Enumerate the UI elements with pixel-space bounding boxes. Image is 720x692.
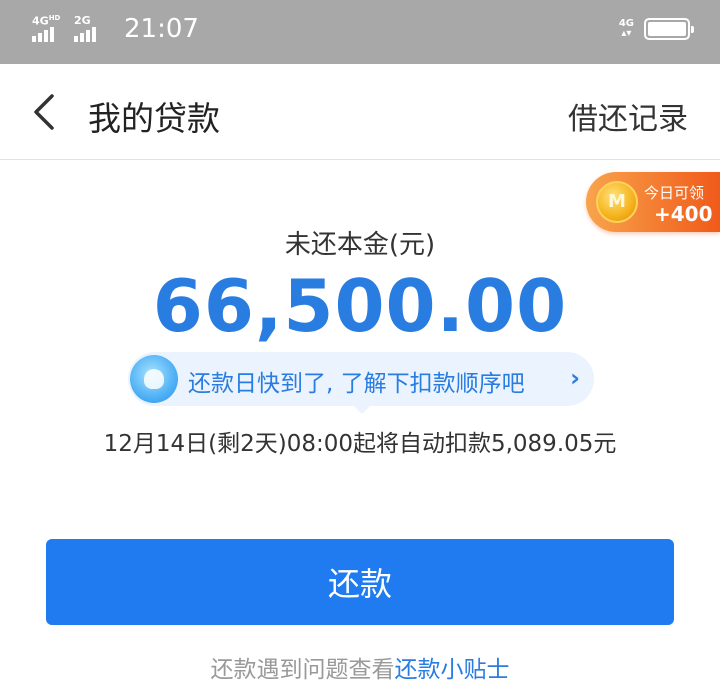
clock: 21:07 (124, 14, 199, 44)
app-header: 我的贷款 借还记录 (0, 64, 720, 160)
page-title: 我的贷款 (88, 99, 220, 138)
help-prefix: 还款遇到问题查看 (210, 657, 395, 683)
help-line: 还款遇到问题查看还款小贴士 (0, 650, 720, 684)
signal-4g-icon: 4GHD (32, 14, 68, 44)
battery-icon (644, 18, 694, 40)
signal-2g-icon: 2G (74, 14, 110, 44)
status-bar: 4GHD 2G 21:07 4G ▴▾ (0, 0, 720, 64)
daily-bonus-badge[interactable]: M 今日可领 +400 (586, 172, 720, 232)
principal-amount: 66,500.00 (152, 264, 568, 348)
repayment-tip-bubble[interactable]: 还款日快到了, 了解下扣款顺序吧 › (128, 352, 594, 414)
chevron-right-icon: › (570, 364, 580, 392)
network-label-2: 2G (74, 14, 91, 27)
data-4g-icon: 4G ▴▾ (618, 18, 634, 39)
status-right: 4G ▴▾ (618, 18, 694, 40)
repayment-tips-link[interactable]: 还款小贴士 (395, 657, 510, 683)
auto-debit-notice: 12月14日(剩2天)08:00起将自动扣款5,089.05元 (103, 431, 617, 457)
network-label: 4G (32, 14, 49, 28)
bonus-amount: +400 (654, 202, 713, 226)
tip-text: 还款日快到了, 了解下扣款顺序吧 (188, 371, 525, 397)
status-left: 4GHD 2G 21:07 (32, 14, 199, 44)
network-right-label: 4G (618, 18, 634, 29)
coin-icon: M (596, 181, 638, 223)
back-arrow-icon[interactable] (26, 90, 66, 134)
principal-label: 未还本金(元) (284, 230, 436, 260)
mascot-icon (130, 355, 178, 403)
bonus-label: 今日可领 (644, 184, 705, 202)
repay-button[interactable]: 还款 (46, 539, 674, 625)
history-link[interactable]: 借还记录 (568, 94, 688, 138)
coin-symbol: M (608, 191, 626, 212)
network-sup: HD (48, 14, 61, 22)
